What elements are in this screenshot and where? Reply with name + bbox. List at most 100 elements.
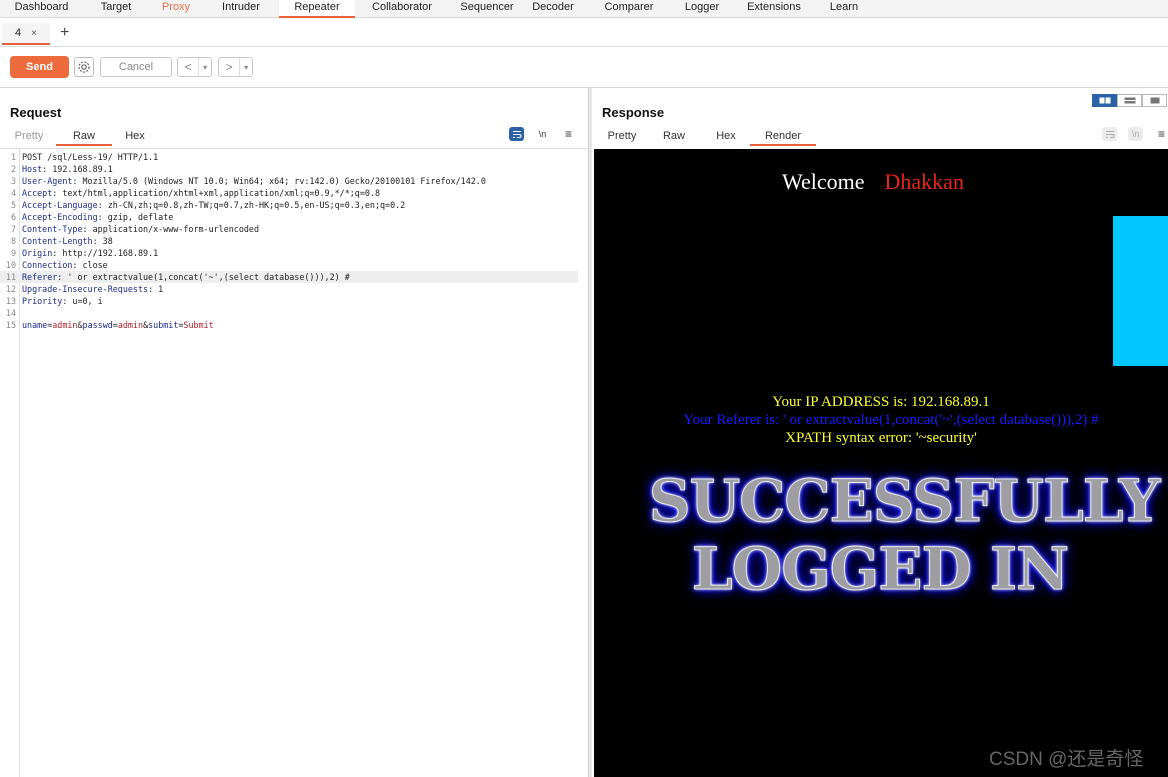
settings-button[interactable]	[74, 57, 94, 77]
request-line[interactable]: 4 Accept: text/html,application/xhtml+xml…	[0, 187, 578, 199]
header-value: close	[77, 260, 108, 270]
request-line[interactable]: 8 Content-Length: 38	[0, 235, 578, 247]
line-number: 7	[10, 224, 16, 234]
request-line[interactable]: 6 Accept-Encoding: gzip, deflate	[0, 211, 578, 223]
layout-single-button[interactable]	[1142, 94, 1167, 107]
nav-intruder[interactable]: Intruder	[203, 0, 279, 18]
response-render-view: Welcome Dhakkan Your IP ADDRESS is: 192.1…	[594, 149, 1168, 777]
line-number: 8	[10, 236, 16, 246]
line-number: 11	[5, 272, 16, 282]
param-name: uname	[22, 320, 48, 330]
word-wrap-button[interactable]	[509, 127, 524, 141]
request-line[interactable]: 12 Upgrade-Insecure-Requests: 1	[0, 283, 578, 295]
tab-pretty[interactable]: Pretty	[2, 129, 56, 146]
request-title: Request	[10, 105, 62, 120]
request-line[interactable]: 14	[0, 307, 578, 319]
nav-extensions[interactable]: Extensions	[727, 0, 821, 18]
header-name: Referer	[22, 272, 58, 282]
request-editor[interactable]: 1 POST /sql/Less-19/ HTTP/1.1 2 Host: 192.1…	[0, 148, 588, 777]
request-line[interactable]: 5 Accept-Language: zh-CN,zh;q=0.8,zh-TW;q…	[0, 199, 578, 211]
line-number: 5	[10, 200, 16, 210]
nav-target[interactable]: Target	[83, 0, 149, 18]
success-banner-line1: SUCCESSFULLY	[648, 467, 1161, 536]
param-value: Submit	[183, 320, 214, 330]
layout-stacked-button[interactable]	[1117, 94, 1142, 107]
send-button[interactable]: Send	[10, 56, 69, 78]
line-number: 3	[10, 176, 16, 186]
close-icon[interactable]: ×	[31, 28, 37, 39]
word-wrap-button[interactable]	[1102, 127, 1117, 141]
request-line[interactable]: 9 Origin: http://192.168.89.1	[0, 247, 578, 259]
line-number: 9	[10, 248, 16, 258]
tab-render[interactable]: Render	[750, 129, 816, 146]
chevron-right-icon: >	[219, 58, 241, 76]
header-name: Priority	[22, 296, 63, 306]
nav-proxy[interactable]: Proxy	[149, 0, 203, 18]
request-line[interactable]: 11 Referer: ' or extractvalue(1,concat('~…	[0, 271, 578, 283]
param-name: submit	[148, 320, 179, 330]
add-tab-icon[interactable]: +	[60, 24, 69, 42]
repeater-tab-4[interactable]: 4 ×	[2, 23, 50, 45]
request-line[interactable]: 3 User-Agent: Mozilla/5.0 (Windows NT 10.…	[0, 175, 578, 187]
header-value: application/x-www-form-urlencoded	[87, 224, 259, 234]
request-line[interactable]: 2 Host: 192.168.89.1	[0, 163, 578, 175]
menu-icon[interactable]: ≡	[561, 127, 576, 141]
nav-logger[interactable]: Logger	[677, 0, 727, 18]
cyan-block	[1113, 216, 1168, 366]
header-name: Host	[22, 164, 43, 174]
header-name: Accept	[22, 188, 53, 198]
request-line[interactable]: 15 uname=admin&passwd=admin&submit=Submit	[0, 319, 578, 331]
header-value: 192.168.89.1	[47, 164, 113, 174]
request-line[interactable]: 1 POST /sql/Less-19/ HTTP/1.1	[0, 151, 578, 163]
header-name: Content-Type	[22, 224, 83, 234]
newline-toggle-button[interactable]: \n	[1128, 127, 1143, 141]
layout-toggle	[1092, 94, 1167, 107]
layout-side-by-side-button[interactable]	[1092, 94, 1117, 107]
request-line-text: POST /sql/Less-19/ HTTP/1.1	[22, 152, 159, 162]
square-icon	[1150, 97, 1159, 104]
line-number: 6	[10, 212, 16, 222]
history-forward-button[interactable]: > ▾	[218, 57, 253, 77]
tab-raw[interactable]: Raw	[56, 129, 112, 146]
response-title: Response	[602, 105, 665, 120]
header-value: u=0, i	[67, 296, 103, 306]
repeater-tab-label: 4	[15, 27, 22, 39]
param-name: passwd	[82, 320, 113, 330]
header-name: Content-Length	[22, 236, 93, 246]
chevron-down-icon[interactable]: ▾	[199, 63, 211, 72]
ip-address-line: Your IP ADDRESS is: 192.168.89.1	[772, 394, 990, 410]
line-number: 10	[5, 260, 16, 270]
header-value: http://192.168.89.1	[57, 248, 159, 258]
line-number: 14	[5, 308, 16, 318]
chevron-down-icon[interactable]: ▾	[240, 63, 252, 72]
newline-toggle-button[interactable]: \n	[535, 127, 550, 141]
watermark: CSDN @还是奇怪	[989, 749, 1144, 770]
param-value: admin	[117, 320, 144, 330]
nav-decoder[interactable]: Decoder	[525, 0, 581, 18]
nav-learn[interactable]: Learn	[821, 0, 867, 18]
tab-pretty[interactable]: Pretty	[598, 129, 646, 146]
nav-collaborator[interactable]: Collaborator	[355, 0, 449, 18]
header-name: Upgrade-Insecure-Requests	[22, 284, 149, 294]
nav-comparer[interactable]: Comparer	[581, 0, 677, 18]
wrap-icon	[1105, 130, 1114, 138]
welcome-heading: Welcome Dhakkan	[782, 169, 964, 195]
request-line[interactable]: 13 Priority: u=0, i	[0, 295, 578, 307]
tab-raw[interactable]: Raw	[646, 129, 702, 146]
request-toolbar: Send Cancel < ▾ > ▾	[0, 47, 1168, 88]
tab-hex[interactable]: Hex	[112, 129, 158, 146]
pane-splitter[interactable]	[588, 88, 592, 777]
tab-hex[interactable]: Hex	[702, 129, 750, 146]
request-line[interactable]: 7 Content-Type: application/x-www-form-ur…	[0, 223, 578, 235]
header-name: Connection	[22, 260, 73, 270]
nav-repeater[interactable]: Repeater	[279, 0, 355, 18]
nav-dashboard[interactable]: Dashboard	[0, 0, 83, 18]
nav-sequencer[interactable]: Sequencer	[449, 0, 525, 18]
history-back-button[interactable]: < ▾	[177, 57, 212, 77]
cancel-button[interactable]: Cancel	[100, 57, 172, 77]
repeater-tab-bar: 4 × +	[0, 19, 1168, 47]
request-line[interactable]: 10 Connection: close	[0, 259, 578, 271]
line-number: 1	[10, 152, 16, 162]
menu-icon[interactable]: ≡	[1154, 127, 1168, 141]
header-value: Mozilla/5.0 (Windows NT 10.0; Win64; x64…	[77, 176, 486, 186]
